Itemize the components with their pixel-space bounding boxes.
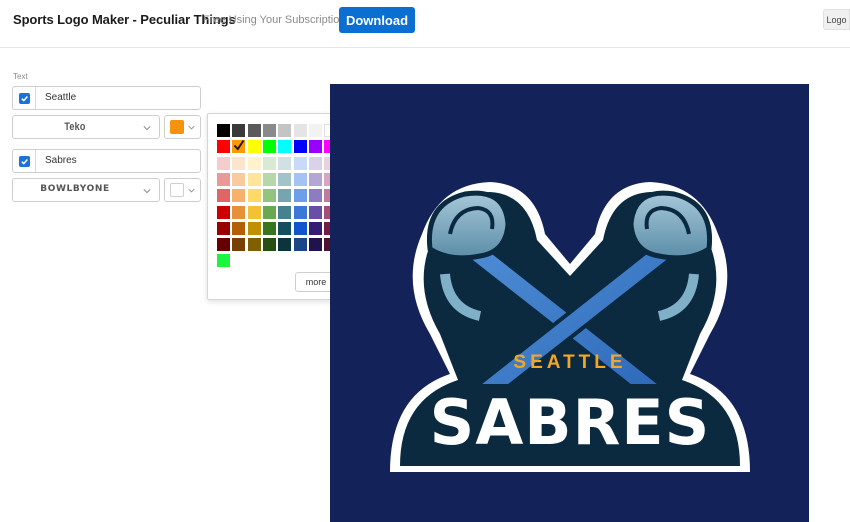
color-swatch[interactable] xyxy=(308,124,322,137)
color-swatch[interactable] xyxy=(217,189,230,203)
color-swatch[interactable] xyxy=(247,189,261,203)
color-swatch[interactable] xyxy=(308,238,322,252)
color-swatch[interactable] xyxy=(278,189,292,203)
color-swatch[interactable] xyxy=(262,189,276,203)
color-swatch[interactable] xyxy=(247,221,261,235)
color-swatch[interactable] xyxy=(308,140,322,154)
color-swatch[interactable] xyxy=(217,205,230,219)
color-swatch[interactable] xyxy=(217,140,230,154)
text-line-2-value: Sabres xyxy=(45,155,77,166)
color-swatch[interactable] xyxy=(278,124,292,137)
color-swatch[interactable] xyxy=(278,221,292,235)
subscription-note: Free Using Your Subscription! xyxy=(203,14,349,26)
logo-canvas[interactable]: SEATTLE SABRES xyxy=(330,84,809,522)
color-swatch[interactable] xyxy=(262,172,276,186)
logo-main-text: SABRES xyxy=(430,386,711,459)
color-swatch[interactable] xyxy=(217,124,230,137)
color-select-line-2[interactable] xyxy=(164,178,201,202)
color-swatch[interactable] xyxy=(308,172,322,186)
color-swatch[interactable] xyxy=(217,238,230,252)
color-swatch[interactable] xyxy=(247,205,261,219)
color-swatch[interactable] xyxy=(293,124,307,137)
checkbox-checked-icon xyxy=(18,92,30,104)
font-select-line-2[interactable]: BOWLBYONE xyxy=(12,178,160,202)
color-swatch[interactable] xyxy=(247,238,261,252)
font-select-line-1[interactable]: Teko xyxy=(12,115,160,139)
color-swatch[interactable] xyxy=(278,238,292,252)
color-swatch[interactable] xyxy=(262,124,276,137)
color-swatch[interactable] xyxy=(232,221,246,235)
color-swatch[interactable] xyxy=(278,156,292,170)
text-line-2-toggle[interactable] xyxy=(13,150,36,172)
color-picker-popup: more xyxy=(207,113,345,300)
logo-top-text: SEATTLE xyxy=(513,352,626,373)
color-swatch[interactable] xyxy=(247,124,261,137)
color-swatch[interactable] xyxy=(308,156,322,170)
color-swatch[interactable] xyxy=(232,124,246,137)
color-select-line-1[interactable] xyxy=(164,115,201,139)
color-swatch[interactable] xyxy=(232,238,246,252)
color-swatch[interactable] xyxy=(217,172,230,186)
color-swatch[interactable] xyxy=(308,205,322,219)
color-swatch[interactable] xyxy=(278,140,292,154)
color-swatch[interactable] xyxy=(217,156,230,170)
color-swatch[interactable] xyxy=(247,156,261,170)
color-swatch[interactable] xyxy=(217,254,230,268)
font-name-line-1: Teko xyxy=(64,121,86,133)
color-swatch[interactable] xyxy=(232,140,246,154)
color-swatch[interactable] xyxy=(293,172,307,186)
chevron-down-icon xyxy=(188,188,195,193)
color-swatch[interactable] xyxy=(278,172,292,186)
color-swatch[interactable] xyxy=(232,172,246,186)
checkbox-checked-icon xyxy=(18,155,30,167)
chevron-down-icon xyxy=(188,125,195,130)
text-line-1-toggle[interactable] xyxy=(13,87,36,109)
color-swatch[interactable] xyxy=(278,205,292,219)
text-section-label: Text xyxy=(13,72,28,81)
selected-check-icon xyxy=(234,140,245,151)
color-swatch[interactable] xyxy=(262,205,276,219)
color-swatch-line-2 xyxy=(170,183,184,197)
color-swatch[interactable] xyxy=(293,238,307,252)
color-swatch[interactable] xyxy=(262,156,276,170)
color-swatch[interactable] xyxy=(308,221,322,235)
top-bar: Sports Logo Maker - Peculiar Things Free… xyxy=(0,0,850,48)
chevron-down-icon xyxy=(143,189,151,194)
logo-tab[interactable]: Logo xyxy=(823,9,850,30)
logo-artwork: SEATTLE SABRES xyxy=(390,182,750,472)
color-swatch[interactable] xyxy=(247,140,261,154)
color-swatch[interactable] xyxy=(232,189,246,203)
color-swatch[interactable] xyxy=(293,221,307,235)
text-line-1-value: Seattle xyxy=(45,92,77,103)
color-swatch[interactable] xyxy=(262,238,276,252)
color-swatch[interactable] xyxy=(217,221,230,235)
color-swatch[interactable] xyxy=(293,189,307,203)
text-line-2-field[interactable]: Sabres xyxy=(12,149,201,173)
color-swatch[interactable] xyxy=(262,140,276,154)
color-swatch-line-1 xyxy=(170,120,184,134)
color-swatch[interactable] xyxy=(293,205,307,219)
download-button[interactable]: Download xyxy=(339,7,415,33)
chevron-down-icon xyxy=(143,126,151,131)
color-swatch[interactable] xyxy=(232,156,246,170)
text-line-1-field[interactable]: Seattle xyxy=(12,86,201,110)
font-name-line-2: BOWLBYONE xyxy=(40,184,110,194)
color-swatch[interactable] xyxy=(308,189,322,203)
color-swatch[interactable] xyxy=(232,205,246,219)
color-swatch[interactable] xyxy=(293,156,307,170)
color-swatch[interactable] xyxy=(262,221,276,235)
color-swatch[interactable] xyxy=(247,172,261,186)
color-swatch[interactable] xyxy=(293,140,307,154)
